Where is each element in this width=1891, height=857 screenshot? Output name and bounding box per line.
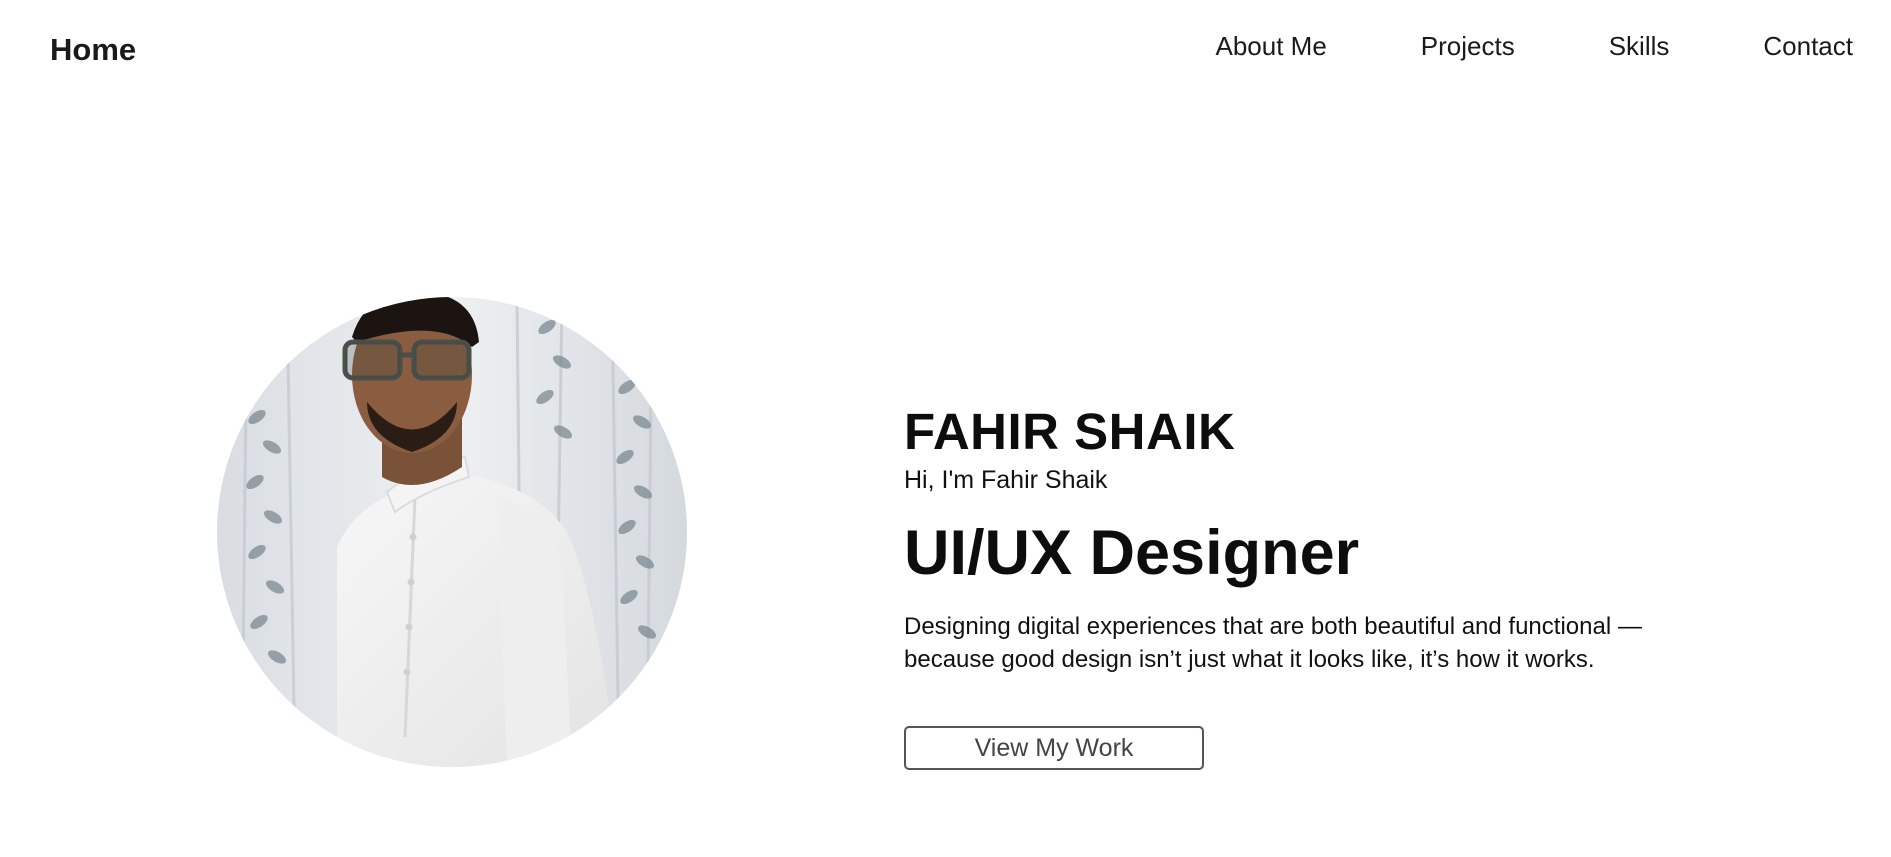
profile-photo-illustration	[217, 297, 687, 767]
nav-link-projects[interactable]: Projects	[1421, 26, 1515, 66]
profile-photo	[217, 297, 687, 767]
nav-link-skills[interactable]: Skills	[1609, 26, 1670, 66]
hero-description: Designing digital experiences that are b…	[904, 610, 1694, 676]
top-nav: Home About Me Projects Skills Contact	[0, 0, 1891, 100]
nav-links: About Me Projects Skills Contact	[1216, 26, 1854, 66]
hero-role-title: UI/UX Designer	[904, 518, 1360, 588]
hero-description-line: because good design isn’t just what it l…	[904, 646, 1595, 673]
nav-link-contact[interactable]: Contact	[1763, 26, 1853, 66]
hero-description-line: Designing digital experiences that are b…	[904, 613, 1642, 640]
hero-greeting: Hi, I'm Fahir Shaik	[904, 466, 1108, 494]
view-my-work-button[interactable]: View My Work	[904, 726, 1204, 770]
hero-section: FAHIR SHAIK Hi, I'm Fahir Shaik UI/UX De…	[904, 402, 1704, 770]
nav-home-link[interactable]: Home	[50, 30, 136, 70]
hero-name: FAHIR SHAIK	[904, 403, 1236, 460]
nav-link-about-me[interactable]: About Me	[1216, 26, 1327, 66]
page: Home About Me Projects Skills Contact FA…	[0, 0, 1891, 857]
